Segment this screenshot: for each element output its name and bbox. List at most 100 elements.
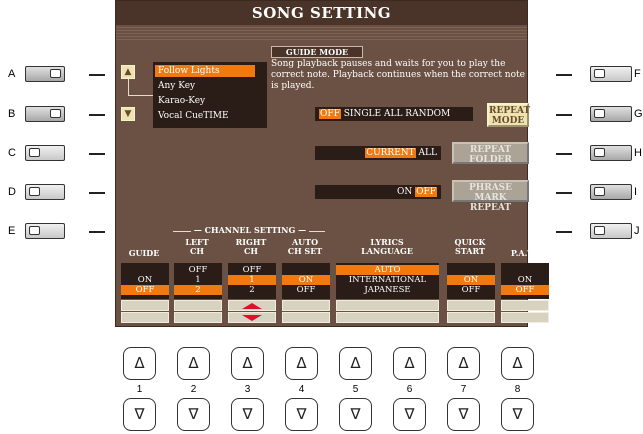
folder-current[interactable]: CURRENT — [365, 148, 416, 158]
lcd-screen: SONG SETTING ▲ ▼ Follow Lights Any Key K… — [115, 0, 549, 327]
folder-all[interactable]: ALL — [419, 148, 437, 158]
repeat-random[interactable]: RANDOM — [405, 109, 450, 119]
repeat-folder-selector: CURRENT ALL — [315, 146, 441, 160]
pat-header: P.A.T. — [510, 248, 536, 258]
repeat-folder-button[interactable]: REPEAT FOLDER — [452, 142, 529, 165]
guide-up-icon[interactable] — [121, 300, 169, 311]
quick-start-off[interactable]: OFF — [447, 285, 495, 295]
guide-column: ON OFF — [121, 263, 169, 299]
button-e[interactable] — [25, 223, 65, 239]
guide-mode-list: Follow Lights Any Key Karao-Key Vocal Cu… — [153, 62, 267, 128]
up-button-7[interactable]: Δ — [447, 347, 480, 380]
down-button-5[interactable]: ∇ — [339, 398, 372, 431]
list-item[interactable]: Follow Lights — [155, 65, 255, 77]
auto-ch-on[interactable]: ON — [282, 275, 330, 285]
auto-ch-header: AUTO CH SET — [287, 237, 323, 256]
button-h[interactable] — [590, 145, 632, 161]
up-button-5[interactable]: Δ — [339, 347, 372, 380]
down-button-7[interactable]: ∇ — [447, 398, 480, 431]
button-j[interactable] — [590, 223, 632, 239]
right-ch-off[interactable]: OFF — [228, 265, 276, 275]
phrase-mark-selector: ON OFF — [315, 185, 441, 199]
pat-on[interactable]: ON — [501, 275, 549, 285]
right-ch-down-icon[interactable] — [228, 312, 276, 323]
page-title: SONG SETTING — [116, 1, 527, 25]
button-i[interactable] — [590, 184, 632, 200]
scroll-up-icon[interactable]: ▲ — [121, 65, 135, 79]
left-ch-1[interactable]: 1 — [174, 275, 222, 285]
side-label-g: G — [634, 108, 643, 120]
auto-ch-down-icon[interactable] — [282, 312, 330, 323]
guide-mode-header: GUIDE MODE — [271, 46, 363, 58]
lyrics-auto[interactable]: AUTO — [336, 265, 439, 275]
left-ch-2[interactable]: 2 — [174, 285, 222, 295]
scroll-down-icon[interactable]: ▼ — [121, 107, 135, 121]
pat-up-icon[interactable] — [501, 300, 549, 311]
up-button-1[interactable]: Δ — [123, 347, 156, 380]
repeat-off[interactable]: OFF — [319, 109, 341, 119]
guide-on[interactable]: ON — [121, 275, 169, 285]
up-button-3[interactable]: Δ — [231, 347, 264, 380]
list-item[interactable]: Vocal CueTIME — [158, 110, 229, 122]
auto-ch-up-icon[interactable] — [282, 300, 330, 311]
repeat-mode-button[interactable]: REPEAT MODE — [487, 103, 530, 127]
left-ch-header: LEFT CH — [185, 237, 209, 256]
down-button-6[interactable]: ∇ — [393, 398, 426, 431]
right-ch-header: RIGHT CH — [235, 237, 267, 256]
button-number-6: 6 — [406, 384, 413, 395]
button-b[interactable] — [25, 106, 65, 122]
phrase-off[interactable]: OFF — [415, 187, 437, 197]
list-item[interactable]: Karao-Key — [158, 95, 205, 107]
guide-off[interactable]: OFF — [121, 285, 169, 295]
guide-down-icon[interactable] — [121, 312, 169, 323]
side-label-c: C — [8, 147, 16, 159]
left-ch-up-icon[interactable] — [174, 300, 222, 311]
side-label-d: D — [8, 186, 16, 198]
lyrics-japanese[interactable]: JAPANESE — [336, 285, 439, 295]
channel-setting-label: — CHANNEL SETTING — — [191, 226, 309, 235]
button-a[interactable] — [25, 66, 65, 82]
button-number-1: 1 — [136, 384, 143, 395]
button-f[interactable] — [590, 66, 632, 82]
auto-ch-off[interactable]: OFF — [282, 285, 330, 295]
right-ch-column: OFF 1 2 — [228, 263, 276, 299]
down-button-3[interactable]: ∇ — [231, 398, 264, 431]
lyrics-up-icon[interactable] — [336, 300, 439, 311]
quick-start-on[interactable]: ON — [447, 275, 495, 285]
phrase-on[interactable]: ON — [397, 187, 412, 197]
lyrics-language-header: LYRICS LANGUAGE — [361, 237, 413, 256]
up-button-6[interactable]: Δ — [393, 347, 426, 380]
down-button-8[interactable]: ∇ — [501, 398, 534, 431]
left-ch-off[interactable]: OFF — [174, 265, 222, 275]
lyrics-down-icon[interactable] — [336, 312, 439, 323]
button-g[interactable] — [590, 106, 632, 122]
phrase-mark-repeat-button[interactable]: PHRASE MARK REPEAT — [452, 180, 529, 213]
side-label-h: H — [634, 147, 642, 159]
lyrics-international[interactable]: INTERNATIONAL — [336, 275, 439, 285]
repeat-all[interactable]: ALL — [384, 109, 402, 119]
pat-down-icon[interactable] — [501, 312, 549, 323]
down-button-1[interactable]: ∇ — [123, 398, 156, 431]
up-button-8[interactable]: Δ — [501, 347, 534, 380]
right-ch-2[interactable]: 2 — [228, 285, 276, 295]
guide-mode-description: Song playback pauses and waits for you t… — [271, 59, 525, 91]
button-number-3: 3 — [244, 384, 251, 395]
button-c[interactable] — [25, 145, 65, 161]
list-item[interactable]: Any Key — [158, 80, 195, 92]
button-number-4: 4 — [298, 384, 305, 395]
up-button-4[interactable]: Δ — [285, 347, 318, 380]
repeat-single[interactable]: SINGLE — [344, 109, 381, 119]
quick-start-up-icon[interactable] — [447, 300, 495, 311]
quick-start-header: QUICK START — [454, 237, 486, 256]
down-button-4[interactable]: ∇ — [285, 398, 318, 431]
right-ch-up-icon[interactable] — [228, 300, 276, 311]
pat-off[interactable]: OFF — [501, 285, 549, 295]
right-ch-1[interactable]: 1 — [228, 275, 276, 285]
up-button-2[interactable]: Δ — [177, 347, 210, 380]
button-d[interactable] — [25, 184, 65, 200]
left-ch-down-icon[interactable] — [174, 312, 222, 323]
left-ch-column: OFF 1 2 — [174, 263, 222, 299]
quick-start-down-icon[interactable] — [447, 312, 495, 323]
button-number-7: 7 — [460, 384, 467, 395]
down-button-2[interactable]: ∇ — [177, 398, 210, 431]
